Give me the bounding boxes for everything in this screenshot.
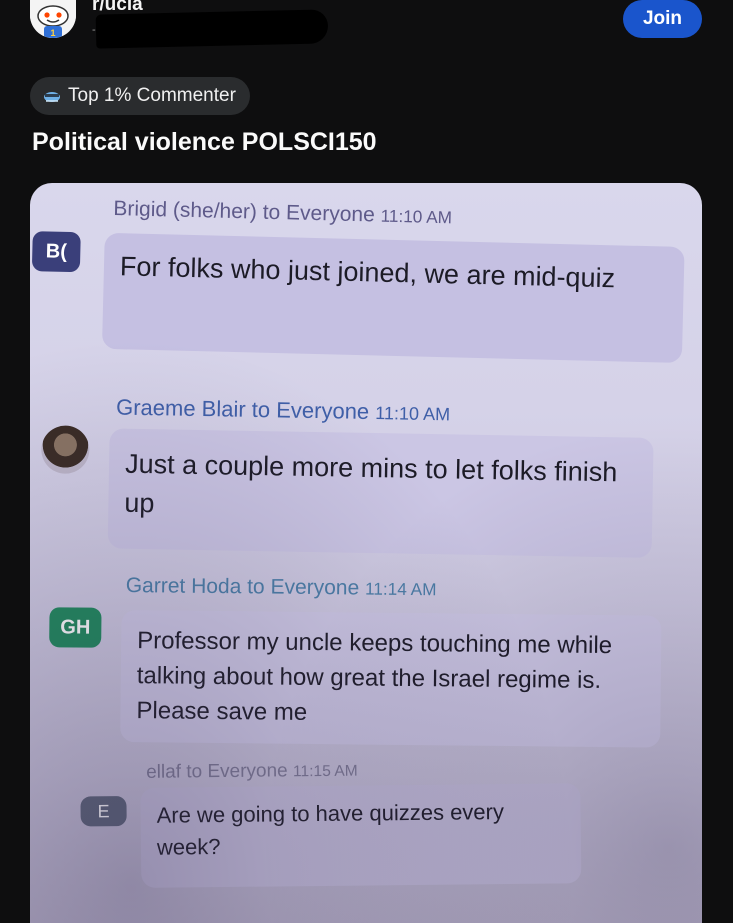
chat-message: Brigid (she/her) to Everyone 11:10 AM B(… bbox=[30, 183, 702, 363]
avatar: GH bbox=[49, 607, 102, 648]
message-header: Brigid (she/her) to Everyone 11:10 AM bbox=[113, 197, 452, 229]
message-text: Professor my uncle keeps touching me whi… bbox=[120, 609, 662, 748]
photo-icon bbox=[40, 425, 90, 475]
post-title[interactable]: Political violence POLSCI150 bbox=[32, 128, 377, 157]
sparkle-icon bbox=[44, 92, 60, 102]
join-button[interactable]: Join bbox=[623, 0, 702, 38]
redaction-scribble bbox=[95, 9, 329, 49]
message-time: 11:10 AM bbox=[375, 403, 451, 425]
sender-line: ellaf to Everyone bbox=[146, 760, 288, 783]
message-header: Graeme Blair to Everyone 11:10 AM bbox=[116, 395, 450, 427]
user-flair: Top 1% Commenter bbox=[30, 77, 250, 115]
post-header: 1 r/ucla -- ·· Join bbox=[0, 0, 733, 70]
message-time: 11:15 AM bbox=[292, 762, 358, 781]
avatar: E bbox=[80, 796, 127, 827]
sender-line: Brigid (she/her) to Everyone bbox=[113, 197, 376, 227]
message-time: 11:14 AM bbox=[364, 578, 437, 600]
subreddit-avatar[interactable]: 1 bbox=[30, 0, 76, 38]
svg-text:1: 1 bbox=[50, 28, 55, 38]
message-time: 11:10 AM bbox=[380, 205, 453, 228]
sender-line: Garret Hoda to Everyone bbox=[125, 574, 360, 600]
message-header: Garret Hoda to Everyone 11:14 AM bbox=[126, 574, 437, 601]
message-text: Just a couple more mins to let folks fin… bbox=[107, 428, 654, 558]
message-header: ellaf to Everyone 11:15 AM bbox=[146, 760, 358, 784]
avatar: B( bbox=[31, 231, 81, 273]
chat-message: Garret Hoda to Everyone 11:14 AM GH Prof… bbox=[30, 183, 702, 748]
flair-label: Top 1% Commenter bbox=[68, 85, 236, 106]
post-image[interactable]: Brigid (she/her) to Everyone 11:10 AM B(… bbox=[30, 183, 702, 923]
snoo-icon: 1 bbox=[30, 0, 76, 38]
message-text: For folks who just joined, we are mid-qu… bbox=[101, 232, 685, 363]
message-text: Are we going to have quizzes every week? bbox=[140, 783, 582, 888]
sender-line: Graeme Blair to Everyone bbox=[115, 394, 370, 424]
chat-message: Graeme Blair to Everyone 11:10 AM Just a… bbox=[30, 183, 702, 558]
